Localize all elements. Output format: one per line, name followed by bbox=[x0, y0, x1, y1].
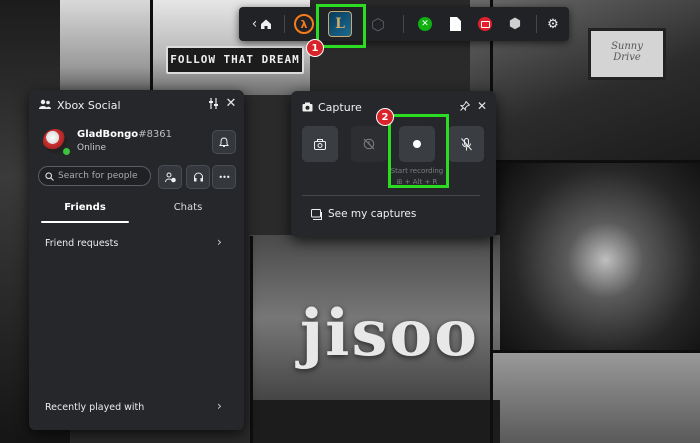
bg-divider bbox=[490, 350, 700, 353]
chevron-right-icon: › bbox=[217, 399, 222, 413]
bg-tile-hand bbox=[490, 350, 700, 443]
xbox-button[interactable]: ✕ bbox=[413, 7, 437, 41]
xbox-icon: ✕ bbox=[418, 17, 432, 31]
document-icon bbox=[449, 17, 461, 31]
document-button[interactable] bbox=[443, 7, 467, 41]
close-icon: ✕ bbox=[225, 95, 237, 111]
extension-button[interactable]: ⬡ bbox=[365, 7, 391, 41]
step-badge-1: 1 bbox=[306, 39, 324, 57]
bar-divider bbox=[536, 15, 537, 33]
bg-divider bbox=[150, 0, 153, 95]
add-person-icon bbox=[164, 172, 176, 182]
cast-button[interactable] bbox=[473, 7, 497, 41]
history-icon bbox=[363, 138, 375, 150]
social-options-button[interactable] bbox=[205, 95, 221, 111]
panel-title: Capture bbox=[318, 101, 362, 114]
home-icon bbox=[261, 19, 272, 29]
bell-icon bbox=[219, 136, 229, 147]
friend-requests-label: Friend requests bbox=[45, 238, 119, 249]
party-button[interactable] bbox=[186, 165, 210, 189]
epic-button[interactable]: ⬢ bbox=[503, 7, 527, 41]
chevron-right-icon: › bbox=[217, 235, 222, 249]
close-icon: ✕ bbox=[476, 99, 488, 113]
settings-button[interactable]: ⚙ bbox=[541, 7, 565, 41]
search-field[interactable] bbox=[38, 166, 151, 186]
divider bbox=[302, 195, 480, 196]
cast-icon bbox=[478, 17, 492, 31]
bg-jisoo-lettering: jisoo bbox=[300, 296, 479, 371]
close-social-button[interactable]: ✕ bbox=[223, 95, 239, 111]
half-life-button[interactable]: λ bbox=[291, 7, 317, 41]
headset-icon bbox=[193, 172, 203, 181]
friend-requests-row[interactable]: Friend requests › bbox=[29, 232, 244, 254]
tab-chats[interactable]: Chats bbox=[144, 202, 232, 213]
game-bar: ‹ λ L ⬡ ✕ ⬢ ⚙ bbox=[239, 7, 569, 41]
bg-street-sign: FOLLOW THAT DREAM bbox=[166, 46, 304, 74]
step-badge-2: 2 bbox=[376, 108, 394, 126]
bar-divider bbox=[284, 15, 285, 33]
panel-title: Xbox Social bbox=[57, 99, 121, 112]
online-presence-indicator bbox=[62, 147, 71, 156]
sliders-icon bbox=[208, 97, 218, 109]
mic-off-icon bbox=[460, 137, 472, 150]
highlight-box-league bbox=[316, 4, 366, 48]
bg-divider bbox=[490, 160, 700, 163]
bg-tile-flower bbox=[490, 160, 700, 360]
recently-played-label: Recently played with bbox=[45, 402, 145, 413]
gamertag-suffix: #8361 bbox=[138, 129, 173, 140]
highlight-box-record bbox=[388, 114, 449, 188]
active-tab-indicator bbox=[41, 221, 129, 223]
notifications-button[interactable] bbox=[212, 130, 236, 154]
gamertag-name: GladBongo bbox=[77, 129, 139, 140]
gear-icon: ⚙ bbox=[547, 16, 559, 32]
gallery-icon bbox=[311, 209, 322, 220]
search-input[interactable] bbox=[54, 171, 146, 181]
more-options-button[interactable]: ••• bbox=[212, 165, 236, 189]
home-button[interactable]: ‹ bbox=[247, 7, 277, 41]
pin-icon bbox=[460, 101, 470, 111]
more-icon: ••• bbox=[218, 172, 230, 182]
pin-button[interactable] bbox=[458, 99, 472, 113]
half-life-icon: λ bbox=[294, 14, 314, 34]
screenshot-button[interactable] bbox=[302, 126, 338, 162]
gamertag: GladBongo#8361 bbox=[77, 129, 172, 140]
close-capture-button[interactable]: ✕ bbox=[475, 99, 489, 113]
recently-played-row[interactable]: Recently played with › bbox=[29, 396, 244, 418]
bar-divider bbox=[403, 15, 404, 33]
bg-divider bbox=[250, 236, 253, 443]
search-icon bbox=[45, 171, 54, 181]
bg-drive-in-screen: Sunny Drive bbox=[588, 28, 666, 80]
extension-icon: ⬡ bbox=[371, 14, 385, 34]
add-friend-button[interactable] bbox=[158, 165, 182, 189]
mic-toggle-button[interactable] bbox=[448, 126, 484, 162]
people-icon bbox=[39, 99, 51, 109]
bg-tile-dark bbox=[250, 400, 500, 443]
camera-icon bbox=[302, 102, 313, 112]
epic-icon: ⬢ bbox=[508, 16, 522, 32]
camera-icon bbox=[314, 138, 326, 150]
see-my-captures-link[interactable]: See my captures bbox=[328, 208, 416, 220]
user-status: Online bbox=[77, 143, 107, 153]
record-last-button[interactable] bbox=[351, 126, 387, 162]
tab-friends[interactable]: Friends bbox=[41, 202, 129, 213]
back-chevron-icon: ‹ bbox=[251, 16, 258, 32]
xbox-social-panel: Xbox Social ✕ GladBongo#8361 Online ••• … bbox=[29, 90, 244, 430]
